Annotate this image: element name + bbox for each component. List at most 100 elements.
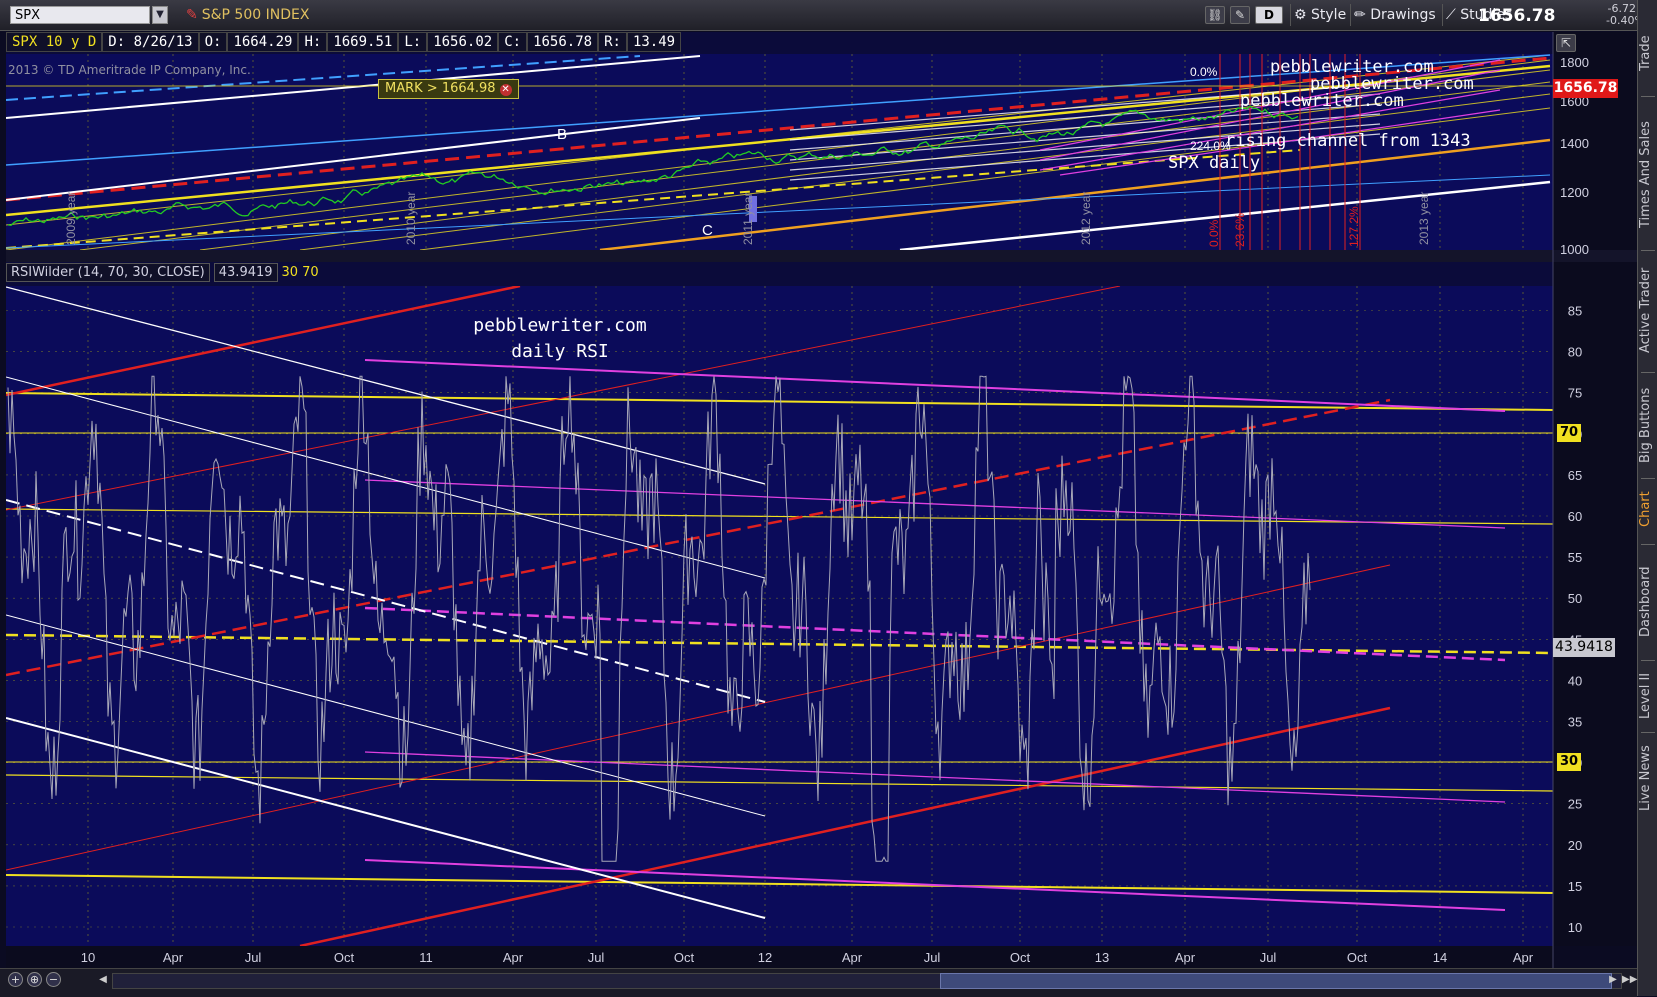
open-value: 1664.29 xyxy=(227,32,299,52)
symbol-period[interactable]: SPX 10 y D xyxy=(6,32,103,52)
chart-settings-button[interactable]: ⇱ xyxy=(1556,33,1576,53)
rsi-title-line-1: pebblewriter.com xyxy=(473,315,646,336)
rsi-study-header: RSIWilder (14, 70, 30, CLOSE) 43.9419 30… xyxy=(6,263,319,282)
settings-icon: ⇱ xyxy=(1556,34,1576,52)
arrow-end-icon: ▶▶ xyxy=(1622,974,1638,985)
rsi-tick-label: 20 xyxy=(1568,838,1582,853)
rsi-oversold-level: 30 xyxy=(281,265,299,280)
zoom-fit-button[interactable]: ⊕ xyxy=(27,972,42,987)
tab-divider xyxy=(1641,478,1655,479)
fib-label: 0.0% xyxy=(1190,65,1218,79)
time-tick-label: Apr xyxy=(503,950,524,965)
rsi-tick-label: 60 xyxy=(1568,509,1582,524)
time-tick-label: Apr xyxy=(163,950,184,965)
price-info-bar: SPX 10 y D D: 8/26/13 O: 1664.29 H: 1669… xyxy=(6,32,682,52)
fib-label: 23.6% xyxy=(1233,213,1247,247)
rsi-value-marker: 43.9418 xyxy=(1553,638,1615,657)
rsi-axis-area xyxy=(1553,262,1637,946)
scroll-end-button[interactable]: ▶▶ xyxy=(1622,973,1638,987)
high-value: 1669.51 xyxy=(327,32,399,52)
rsi-tick-label: 10 xyxy=(1568,920,1582,935)
rsi-tick-label: 15 xyxy=(1568,879,1582,894)
time-tick-label: Oct xyxy=(1347,950,1368,965)
channel-note: rising channel from 1343 xyxy=(1225,131,1471,151)
arrow-right-icon: ▶ xyxy=(1609,974,1617,985)
tab-times-and-sales[interactable]: Times And Sales xyxy=(1638,110,1657,240)
range-label: R: xyxy=(598,32,627,52)
copyright-text: 2013 © TD Ameritrade IP Company, Inc. xyxy=(8,63,251,77)
time-tick-label: 11 xyxy=(419,950,433,965)
year-label: 2009 year xyxy=(64,192,78,245)
chart-note: SPX daily xyxy=(1168,153,1260,173)
time-tick-label: 13 xyxy=(1095,950,1109,965)
tab-level-ii[interactable]: Level II xyxy=(1638,666,1657,726)
time-tick-label: Oct xyxy=(674,950,695,965)
tab-divider xyxy=(1641,660,1655,661)
price-tick-label: 1000 xyxy=(1560,242,1589,257)
time-tick-label: Apr xyxy=(1513,950,1534,965)
close-icon[interactable]: ✕ xyxy=(499,84,512,96)
rsi-tick-label: 65 xyxy=(1568,468,1582,483)
rsi-70-tag: 70 xyxy=(1557,424,1581,442)
time-tick-label: Jul xyxy=(245,950,262,965)
rsi-study-name[interactable]: RSIWilder (14, 70, 30, CLOSE) xyxy=(6,263,210,282)
time-tick-label: 10 xyxy=(81,950,95,965)
fib-label: 127.2% xyxy=(1347,206,1361,247)
zoom-in-button[interactable]: + xyxy=(8,972,23,987)
year-label: 2010 year xyxy=(404,192,418,245)
minus-icon: − xyxy=(48,973,59,986)
tab-divider xyxy=(1641,544,1655,545)
time-tick-label: Jul xyxy=(1260,950,1277,965)
rsi-tick-label: 75 xyxy=(1568,386,1582,401)
wave-label-c: C xyxy=(702,222,713,239)
rsi-tick-label: 85 xyxy=(1568,304,1582,319)
time-tick-label: 14 xyxy=(1433,950,1447,965)
time-tick-label: 12 xyxy=(758,950,772,965)
scrollbar-thumb[interactable] xyxy=(940,973,1612,989)
rsi-overbought-level: 70 xyxy=(302,265,319,280)
time-tick-label: Jul xyxy=(588,950,605,965)
tab-dashboard[interactable]: Dashboard xyxy=(1638,552,1657,652)
rsi-tick-label: 25 xyxy=(1568,797,1582,812)
time-tick-label: Jul xyxy=(924,950,941,965)
year-label: 2011 year xyxy=(741,193,755,245)
range-value: 13.49 xyxy=(626,32,682,52)
chart-canvas[interactable]: 18001600140012001000 8580757065605550454… xyxy=(0,0,1637,968)
wave-label-b: B xyxy=(557,126,567,143)
tab-divider xyxy=(1641,732,1655,733)
low-value: 1656.02 xyxy=(427,32,499,52)
rsi-value: 43.9419 xyxy=(213,263,278,282)
scroll-right-button[interactable]: ▶ xyxy=(1606,973,1620,987)
scroll-left-button[interactable]: ◀ xyxy=(96,973,110,987)
tab-big-buttons[interactable]: Big Buttons xyxy=(1638,380,1657,470)
side-tabs-panel: Trade Times And Sales Active Trader Big … xyxy=(1637,0,1657,996)
time-axis-area xyxy=(6,946,1553,968)
close-label: C: xyxy=(498,32,528,52)
low-label: L: xyxy=(398,32,428,52)
mark-price-label[interactable]: MARK > 1664.98 ✕ xyxy=(378,79,519,99)
close-value: 1656.78 xyxy=(527,32,599,52)
tab-divider xyxy=(1641,250,1655,251)
tab-live-news[interactable]: Live News xyxy=(1638,738,1657,818)
rsi-tick-label: 35 xyxy=(1568,715,1582,730)
plus-icon: + xyxy=(10,973,21,986)
rsi-tick-label: 80 xyxy=(1568,345,1582,360)
tab-divider xyxy=(1641,372,1655,373)
fit-icon: ⊕ xyxy=(29,973,40,986)
time-tick-label: Oct xyxy=(334,950,355,965)
rsi-tick-label: 50 xyxy=(1568,591,1582,606)
tab-trade[interactable]: Trade xyxy=(1638,18,1657,88)
arrow-left-icon: ◀ xyxy=(99,974,107,985)
panel-splitter[interactable] xyxy=(6,250,1637,262)
year-label: 2013 year xyxy=(1417,192,1431,245)
time-tick-label: Apr xyxy=(1175,950,1196,965)
year-label: 2012 year xyxy=(1079,192,1093,245)
zoom-out-button[interactable]: − xyxy=(46,972,61,987)
tab-chart[interactable]: Chart xyxy=(1638,484,1657,534)
tab-active-trader[interactable]: Active Trader xyxy=(1638,258,1657,363)
price-tick-label: 1400 xyxy=(1560,136,1589,151)
mark-price-text: MARK > 1664.98 xyxy=(385,81,496,96)
time-tick-label: Apr xyxy=(842,950,863,965)
rsi-tick-label: 55 xyxy=(1568,550,1582,565)
time-tick-label: Oct xyxy=(1010,950,1031,965)
